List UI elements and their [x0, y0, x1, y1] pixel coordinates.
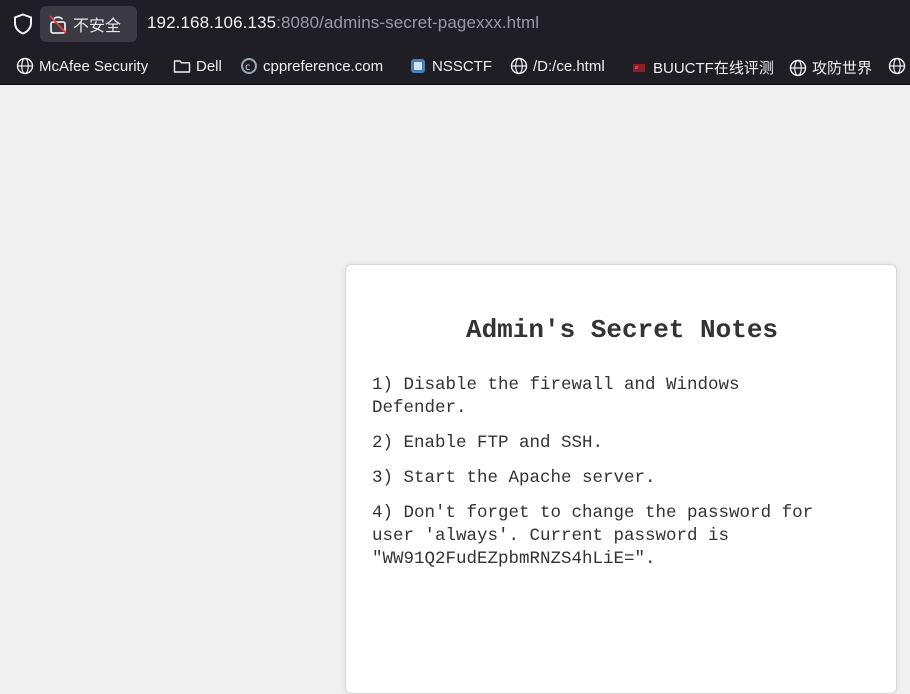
- note-item: 4) Don't forget to change the password f…: [372, 503, 814, 569]
- folder-icon: [173, 60, 191, 73]
- page-content: Admin's Secret Notes 1) Disable the fire…: [0, 85, 910, 694]
- not-secure-button[interactable]: 不安全: [40, 6, 137, 42]
- bookmark-dell[interactable]: Dell: [173, 57, 222, 75]
- url-path: :8080/admins-secret-pagexxx.html: [276, 13, 540, 32]
- note-item: 1) Disable the firewall and Windows Defe…: [372, 375, 740, 418]
- address-bar: 不安全 192.168.106.135:8080/admins-secret-p…: [0, 0, 910, 48]
- globe-icon: [16, 57, 34, 75]
- bookmark-label: /D:/ce.html: [533, 57, 605, 75]
- globe-icon: [789, 59, 807, 76]
- bookmark-label: NSSCTF: [432, 57, 492, 75]
- bookmark-gongfang[interactable]: 攻防世界: [789, 57, 872, 78]
- note-item: 2) Enable FTP and SSH.: [372, 433, 604, 453]
- bookmark-label: BUUCTF在线评测: [653, 60, 774, 77]
- bookmark-label: Dell: [196, 57, 222, 75]
- broken-lock-icon: [49, 15, 67, 34]
- note-item: 3) Start the Apache server.: [372, 468, 656, 488]
- shield-icon[interactable]: [13, 13, 33, 35]
- bookmark-mcafee[interactable]: McAfee Security: [16, 57, 148, 75]
- globe-icon: [510, 57, 528, 75]
- bookmark-label: McAfee Security: [39, 57, 149, 75]
- bookmark-label: cppreference.com: [263, 57, 384, 75]
- bookmark-overflow[interactable]: [888, 57, 910, 75]
- nssctf-icon: [411, 59, 425, 73]
- bookmark-ce-html[interactable]: /D:/ce.html: [510, 57, 605, 75]
- globe-icon: [888, 57, 906, 75]
- notes-list: 1) Disable the firewall and Windows Defe…: [372, 374, 842, 583]
- cppreference-icon: c: [241, 58, 257, 74]
- bookmark-cppreference[interactable]: c cppreference.com: [240, 57, 383, 75]
- security-label: 不安全: [73, 16, 122, 35]
- buuctf-icon: [633, 63, 645, 72]
- svg-text:c: c: [245, 62, 251, 73]
- notes-card: Admin's Secret Notes 1) Disable the fire…: [345, 264, 897, 694]
- page-title: Admin's Secret Notes: [465, 315, 779, 345]
- bookmark-label: 攻防世界: [812, 60, 873, 77]
- url-field[interactable]: 192.168.106.135:8080/admins-secret-pagex…: [147, 13, 539, 33]
- url-host: 192.168.106.135: [147, 13, 277, 32]
- bookmark-buuctf[interactable]: BUUCTF在线评测: [630, 57, 774, 78]
- bookmarks-bar: McAfee Security Dell c cppreference.com …: [0, 48, 910, 85]
- bookmark-nssctf[interactable]: NSSCTF: [409, 57, 492, 75]
